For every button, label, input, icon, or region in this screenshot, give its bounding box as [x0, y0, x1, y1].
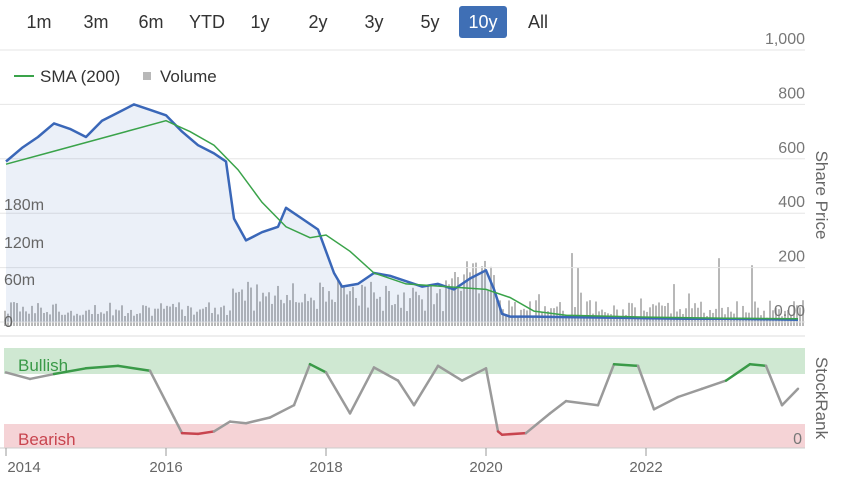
volume-bar [694, 303, 696, 326]
stockrank-segment [228, 420, 248, 425]
price-axis-tick: 600 [778, 140, 805, 157]
legend-volume-swatch [143, 72, 151, 80]
stockrank-segment [548, 399, 568, 415]
volume-axis-tick: 180m [4, 197, 44, 214]
stockrank-segment [324, 371, 352, 415]
price-axis-tick: 800 [778, 85, 805, 102]
stockrank-segment [148, 369, 176, 419]
volume-bar [661, 305, 663, 326]
stockrank-segment [180, 431, 200, 436]
bearish-zone [4, 424, 805, 448]
x-axis-tick-label: 2014 [7, 459, 40, 476]
x-axis-tick-label: 2016 [149, 459, 182, 476]
x-axis-tick-label: 2020 [469, 459, 502, 476]
stockrank-segment [500, 431, 528, 436]
stockrank-segment [244, 416, 272, 425]
volume-bar [757, 307, 759, 326]
volume-bar [664, 306, 666, 326]
volume-axis-tick: 120m [4, 235, 44, 252]
stockrank-segment [652, 395, 680, 411]
stockrank-segment [612, 362, 640, 368]
price-axis-tick: 400 [778, 194, 805, 211]
volume-bar [652, 304, 654, 326]
legend-sma-label[interactable]: SMA (200) [40, 67, 120, 86]
volume-bar [667, 302, 669, 326]
stockrank-segment [780, 387, 800, 407]
stockrank-segment [700, 379, 728, 391]
volume-bar [628, 302, 630, 326]
stockrank-segment [564, 399, 600, 407]
price-axis-title: Share Price [812, 151, 831, 240]
volume-bar [655, 305, 657, 326]
volume-axis-tick: 60m [4, 272, 35, 289]
bullish-zone [4, 348, 805, 374]
stockrank-segment [268, 403, 296, 419]
rank-axis-tick: 0 [793, 431, 802, 448]
volume-axis-tick: 0 [4, 314, 13, 331]
volume-bar [718, 258, 720, 326]
stockrank-segment [348, 366, 376, 415]
x-axis-tick-label: 2018 [309, 459, 342, 476]
price-axis-tick: 200 [778, 249, 805, 266]
stockrank-segment [748, 362, 768, 368]
stockrank-segment [396, 379, 416, 407]
volume-bar [742, 305, 744, 326]
volume-bar [721, 307, 723, 326]
price-axis-tick: 1,000 [765, 31, 805, 48]
volume-bar [751, 265, 753, 326]
volume-bar [697, 307, 699, 326]
bearish-label: Bearish [18, 430, 76, 449]
volume-bar [727, 307, 729, 326]
bullish-label: Bullish [18, 356, 68, 375]
chart-canvas: 1,000 800 600 400 200 0.00 Share Price 180m 120m… [0, 31, 831, 476]
rank-axis-title: StockRank [812, 357, 831, 440]
price-axis-tick: 0.00 [774, 303, 805, 320]
volume-bar [631, 303, 633, 326]
stockrank-segment [676, 387, 704, 399]
legend-volume-label[interactable]: Volume [160, 67, 217, 86]
stockrank-segment [484, 367, 500, 433]
x-axis-tick-label: 2022 [629, 459, 662, 476]
